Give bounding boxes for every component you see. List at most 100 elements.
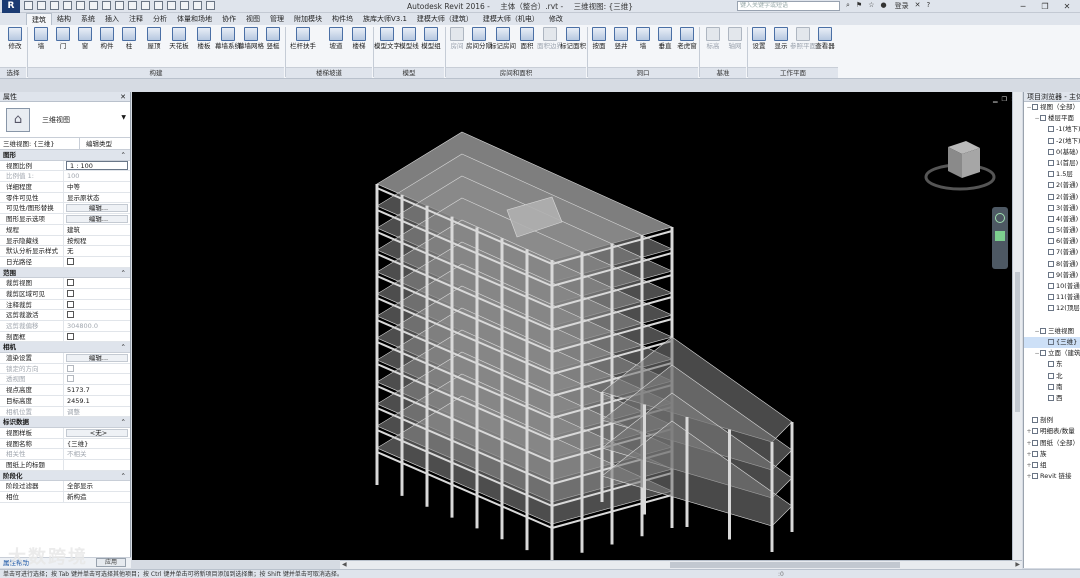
property-group[interactable]: 相机 ⌃ — [0, 342, 130, 354]
property-value[interactable]: 按规程 — [64, 236, 130, 246]
section-icon[interactable] — [167, 1, 176, 10]
login-button[interactable]: 登录 — [895, 1, 909, 11]
close-icon[interactable]: ✕ — [1056, 0, 1078, 13]
vertical-opening-button[interactable]: 垂直 — [654, 27, 676, 50]
collapse-icon[interactable]: ⌃ — [121, 417, 126, 428]
tab-2[interactable]: 系统 — [76, 13, 100, 25]
panel-opening[interactable]: 洞口 — [588, 67, 698, 78]
checkbox[interactable] — [67, 311, 74, 319]
save-icon[interactable] — [37, 1, 46, 10]
panel-circulation[interactable]: 楼梯坡道 — [286, 67, 372, 78]
area-boundary-button[interactable]: 面积边界 — [537, 27, 563, 50]
tab-5[interactable]: 分析 — [148, 13, 172, 25]
door-button[interactable]: 门 — [52, 27, 74, 50]
browser-node[interactable]: + 组 — [1024, 460, 1080, 471]
browser-node[interactable]: 1(首层) — [1024, 158, 1080, 169]
show-workplane-button[interactable]: 显示 — [770, 27, 792, 50]
wall-button[interactable]: 墙 — [30, 27, 52, 50]
checkbox[interactable] — [67, 364, 74, 372]
browser-node[interactable]: 11(普通) — [1024, 292, 1080, 303]
browser-node[interactable]: + 图纸（全部） — [1024, 438, 1080, 449]
property-group[interactable]: 标识数据 ⌃ — [0, 417, 130, 428]
property-value[interactable] — [64, 278, 130, 288]
tab-1[interactable]: 结构 — [52, 13, 76, 25]
property-group[interactable]: 范围 ⌃ — [0, 267, 130, 279]
checkbox[interactable] — [67, 375, 74, 383]
component-button[interactable]: 构件 — [96, 27, 118, 50]
level-button[interactable]: 标高 — [702, 27, 724, 50]
wall-opening-button[interactable]: 墙 — [632, 27, 654, 50]
building-model[interactable] — [132, 92, 1022, 561]
property-value[interactable]: 1 : 100 — [66, 160, 128, 171]
tab-4[interactable]: 注释 — [124, 13, 148, 25]
property-value[interactable]: 5173.7 — [64, 385, 130, 395]
tab-8[interactable]: 视图 — [241, 13, 265, 25]
browser-node[interactable]: 南 — [1024, 382, 1080, 393]
ramp-button[interactable]: 坡道 — [325, 27, 347, 50]
model-group-button[interactable]: 模型组 — [420, 27, 442, 50]
chevron-down-icon[interactable]: ▼ — [121, 114, 126, 121]
horizontal-scrollbar[interactable]: ◀ ▶ — [340, 560, 1022, 569]
property-value[interactable]: 编辑... — [66, 215, 128, 223]
tab-0[interactable]: 建筑 — [26, 13, 52, 25]
tag-area-button[interactable]: 标记面积 — [560, 27, 586, 50]
browser-node[interactable]: 1.5层 — [1024, 169, 1080, 180]
collapse-icon[interactable]: ⌃ — [121, 268, 126, 279]
browser-node[interactable]: 3(普通) — [1024, 203, 1080, 214]
room-button[interactable]: 房间 — [446, 27, 468, 50]
room-separator-button[interactable]: 房间分隔 — [466, 27, 492, 50]
user-icon[interactable]: ● — [880, 1, 886, 11]
browser-node[interactable]: -2(地下) — [1024, 136, 1080, 147]
revit-logo-icon[interactable]: R — [2, 0, 20, 13]
roof-button[interactable]: 屋顶 — [143, 27, 165, 50]
property-value[interactable]: 建筑 — [64, 225, 130, 235]
modify-button[interactable]: 修改 — [4, 27, 26, 50]
tab-3[interactable]: 插入 — [100, 13, 124, 25]
window-button[interactable]: 窗 — [74, 27, 96, 50]
property-value[interactable]: 中等 — [64, 182, 130, 192]
panel-model[interactable]: 模型 — [374, 67, 444, 78]
zoom-icon[interactable] — [995, 231, 1005, 241]
mullion-button[interactable]: 竖梃 — [262, 27, 284, 50]
property-value[interactable]: 2459.1 — [64, 396, 130, 406]
property-value[interactable]: {三维} — [64, 439, 130, 449]
close-icon[interactable]: ✕ — [120, 92, 126, 102]
scroll-left-icon[interactable]: ◀ — [342, 561, 347, 568]
subscription-icon[interactable]: ⚑ — [856, 1, 862, 11]
dimension-icon[interactable] — [115, 1, 124, 10]
collapse-icon[interactable]: ⌃ — [121, 342, 126, 353]
browser-node[interactable]: 6(普通) — [1024, 236, 1080, 247]
property-value[interactable] — [64, 300, 130, 310]
browser-node[interactable]: 2(普通) — [1024, 192, 1080, 203]
close-hidden-icon[interactable] — [193, 1, 202, 10]
viewcube-icon[interactable] — [920, 132, 1000, 202]
model-line-button[interactable]: 模型线 — [398, 27, 420, 50]
tag-icon[interactable] — [128, 1, 137, 10]
exchange-icon[interactable]: ✕ — [915, 1, 921, 11]
tab-15[interactable]: 修改 — [544, 13, 568, 25]
reference-plane-button[interactable]: 参照平面 — [790, 27, 816, 50]
browser-node[interactable]: 9(普通) — [1024, 270, 1080, 281]
grid-button[interactable]: 轴网 — [724, 27, 746, 50]
binoculars-icon[interactable]: ⌕ — [846, 1, 850, 11]
tab-11[interactable]: 构件坞 — [327, 13, 358, 25]
tab-7[interactable]: 协作 — [217, 13, 241, 25]
browser-node[interactable]: − 楼层平面 — [1024, 113, 1080, 124]
browser-node[interactable]: 0(基础) — [1024, 147, 1080, 158]
tab-12[interactable]: 族库大师V3.1 — [358, 13, 412, 25]
property-value[interactable]: 编辑... — [66, 354, 128, 362]
property-value[interactable]: 新构造 — [64, 492, 130, 502]
browser-node[interactable]: 7(普通) — [1024, 247, 1080, 258]
browser-node[interactable]: 4(普通) — [1024, 214, 1080, 225]
redo-icon[interactable] — [76, 1, 85, 10]
browser-node[interactable]: 北 — [1024, 371, 1080, 382]
browser-node[interactable]: −立面（建筑） — [1024, 348, 1080, 359]
property-value[interactable] — [64, 310, 130, 320]
vertical-scrollbar[interactable] — [1012, 92, 1022, 560]
checkbox[interactable] — [67, 279, 74, 287]
search-input[interactable]: 键入关键字或短语 — [737, 1, 840, 11]
checkbox[interactable] — [67, 300, 74, 308]
panel-select[interactable]: 选择 — [0, 67, 26, 78]
tab-9[interactable]: 管理 — [265, 13, 289, 25]
model-text-button[interactable]: 模型文字 — [374, 27, 400, 50]
